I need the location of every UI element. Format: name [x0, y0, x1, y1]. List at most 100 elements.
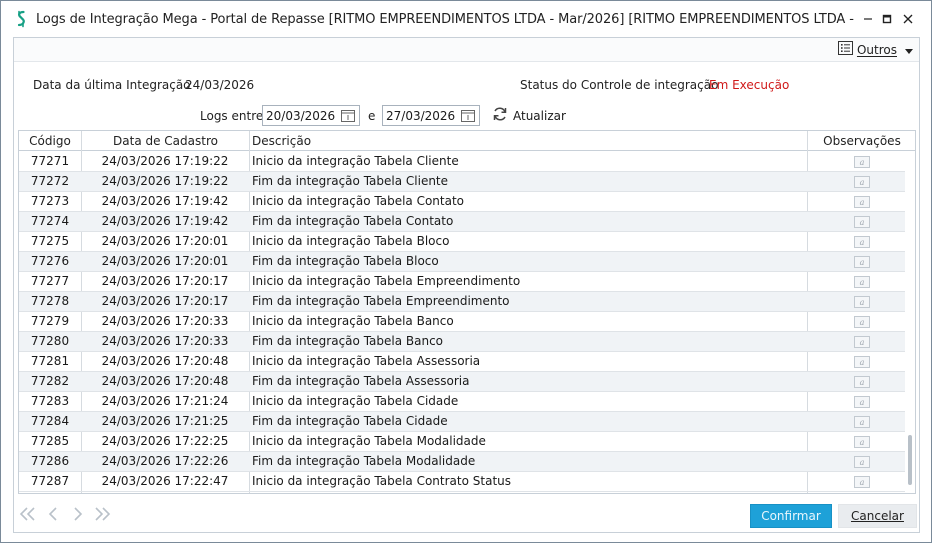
- cell-description: Fim da integração Tabela Bloco: [252, 254, 439, 268]
- table-row[interactable]: 77276 24/03/2026 17:20:01 Fim da integraçã…: [19, 252, 905, 272]
- note-icon[interactable]: a: [808, 392, 915, 411]
- table-row[interactable]: 77286 24/03/2026 17:22:26 Fim da integraçã…: [19, 452, 905, 472]
- cell-description: Fim da integração Tabela Banco: [252, 334, 444, 348]
- note-icon[interactable]: a: [808, 372, 915, 391]
- date-from-input[interactable]: 20/03/2026: [262, 105, 360, 126]
- title-bar: Logs de Integração Mega - Portal de Repa…: [1, 1, 931, 37]
- cell-code: 77276: [30, 254, 70, 268]
- svg-text:a: a: [860, 178, 865, 187]
- cell-date: 24/03/2026 17:20:33: [101, 334, 229, 348]
- cell-description: Inicio da integração Tabela Bloco: [252, 234, 450, 248]
- cell-description: Inicio da integração Tabela Cidade: [252, 394, 459, 408]
- calendar-icon[interactable]: [341, 109, 355, 122]
- date-to-input[interactable]: 27/03/2026: [382, 105, 480, 126]
- note-icon[interactable]: a: [808, 332, 915, 351]
- note-icon[interactable]: a: [808, 272, 915, 291]
- note-icon[interactable]: a: [808, 432, 915, 451]
- scrollbar-thumb[interactable]: [908, 435, 912, 485]
- note-icon[interactable]: a: [808, 172, 915, 191]
- cell-date: 24/03/2026 17:20:48: [101, 354, 229, 368]
- list-menu-icon: [837, 41, 853, 58]
- close-button[interactable]: [899, 10, 917, 28]
- cell-code: 77283: [30, 394, 70, 408]
- cell-code: 77282: [30, 374, 70, 388]
- table-row[interactable]: 77281 24/03/2026 17:20:48 Inicio da integr…: [19, 352, 905, 372]
- cell-date: 24/03/2026 17:19:42: [101, 194, 229, 208]
- svg-text:a: a: [860, 278, 865, 287]
- svg-text:a: a: [860, 258, 865, 267]
- table-row[interactable]: 77277 24/03/2026 17:20:17 Inicio da integr…: [19, 272, 905, 292]
- cell-date: 24/03/2026 17:19:22: [101, 174, 229, 188]
- table-row[interactable]: 77272 24/03/2026 17:19:22 Fim da integraçã…: [19, 172, 905, 192]
- note-icon[interactable]: a: [808, 232, 915, 251]
- chevron-down-icon: [905, 43, 913, 57]
- note-icon[interactable]: a: [808, 192, 915, 211]
- cell-code: 77287: [30, 474, 70, 488]
- note-icon[interactable]: a: [808, 352, 915, 371]
- vertical-scrollbar[interactable]: [905, 152, 915, 493]
- status-label: Status do Controle de integração: [520, 78, 719, 92]
- note-icon[interactable]: a: [808, 412, 915, 431]
- cell-date: 24/03/2026 17:20:01: [101, 254, 229, 268]
- table-row[interactable]: 77287 24/03/2026 17:22:47 Inicio da integr…: [19, 472, 905, 492]
- table-row[interactable]: 77274 24/03/2026 17:19:42 Fim da integraçã…: [19, 212, 905, 232]
- table-row[interactable]: 77273 24/03/2026 17:19:42 Inicio da integr…: [19, 192, 905, 212]
- note-icon[interactable]: a: [808, 212, 915, 231]
- cell-code: 77279: [30, 314, 70, 328]
- cell-code: 77275: [30, 234, 70, 248]
- cell-description: Inicio da integração Tabela Empreendimen…: [252, 274, 521, 288]
- cell-description: Inicio da integração Tabela Banco: [252, 314, 454, 328]
- column-header-date[interactable]: Data de Cadastro: [82, 131, 250, 151]
- cell-description: Inicio da integração Tabela Contato: [252, 194, 465, 208]
- table-row[interactable]: 77280 24/03/2026 17:20:33 Fim da integraçã…: [19, 332, 905, 352]
- table-row[interactable]: 77285 24/03/2026 17:22:25 Inicio da integr…: [19, 432, 905, 452]
- cell-date: 24/03/2026 17:20:17: [101, 294, 229, 308]
- cell-date: 24/03/2026 17:22:47: [101, 474, 229, 488]
- refresh-button[interactable]: Atualizar: [492, 106, 566, 125]
- outros-menu-button[interactable]: Outros: [837, 41, 913, 58]
- table-row[interactable]: 77275 24/03/2026 17:20:01 Inicio da integr…: [19, 232, 905, 252]
- svg-text:a: a: [860, 158, 865, 167]
- note-icon[interactable]: a: [808, 252, 915, 271]
- refresh-icon: [492, 106, 508, 125]
- column-header-code[interactable]: Código: [19, 131, 82, 151]
- table-row[interactable]: 77284 24/03/2026 17:21:25 Fim da integraçã…: [19, 412, 905, 432]
- note-icon[interactable]: a: [808, 312, 915, 331]
- cell-code: 77286: [30, 454, 70, 468]
- cell-description: Fim da integração Tabela Assessoria: [252, 374, 470, 388]
- maximize-button[interactable]: [878, 10, 896, 28]
- cancel-button[interactable]: Cancelar: [838, 504, 917, 528]
- table-row[interactable]: 77282 24/03/2026 17:20:48 Fim da integraçã…: [19, 372, 905, 392]
- table-row[interactable]: 77283 24/03/2026 17:21:24 Inicio da integr…: [19, 392, 905, 412]
- note-icon[interactable]: a: [808, 152, 915, 171]
- date-from-value: 20/03/2026: [266, 108, 336, 123]
- column-header-description[interactable]: Descrição: [250, 131, 808, 151]
- svg-text:a: a: [860, 378, 865, 387]
- minimize-button[interactable]: [859, 10, 877, 28]
- cell-date: 24/03/2026 17:20:33: [101, 314, 229, 328]
- note-icon[interactable]: a: [808, 292, 915, 311]
- svg-text:a: a: [860, 198, 865, 207]
- pagination-nav: [18, 506, 112, 522]
- logs-table: Código Data de Cadastro Descrição Observ…: [18, 130, 916, 494]
- first-page-icon[interactable]: [18, 506, 37, 522]
- cell-description: Fim da integração Tabela Cidade: [252, 414, 448, 428]
- note-icon[interactable]: a: [808, 472, 915, 491]
- column-header-observations[interactable]: Observações: [808, 131, 915, 151]
- note-icon[interactable]: a: [808, 452, 915, 471]
- table-row[interactable]: 77278 24/03/2026 17:20:17 Fim da integraçã…: [19, 292, 905, 312]
- prev-page-icon[interactable]: [43, 506, 62, 522]
- confirm-label: Confirmar: [761, 509, 821, 523]
- table-row[interactable]: 77279 24/03/2026 17:20:33 Inicio da integr…: [19, 312, 905, 332]
- last-page-icon[interactable]: [93, 506, 112, 522]
- svg-text:a: a: [860, 458, 865, 467]
- cell-date: 24/03/2026 17:21:24: [101, 394, 229, 408]
- cell-code: 77272: [30, 174, 70, 188]
- svg-text:a: a: [860, 438, 865, 447]
- next-page-icon[interactable]: [68, 506, 87, 522]
- table-row[interactable]: 77271 24/03/2026 17:19:22 Inicio da integr…: [19, 152, 905, 172]
- last-integration-label: Data da última Integração: [33, 78, 191, 92]
- confirm-button[interactable]: Confirmar: [750, 504, 832, 528]
- cell-date: 24/03/2026 17:21:25: [101, 414, 229, 428]
- calendar-icon[interactable]: [461, 109, 475, 122]
